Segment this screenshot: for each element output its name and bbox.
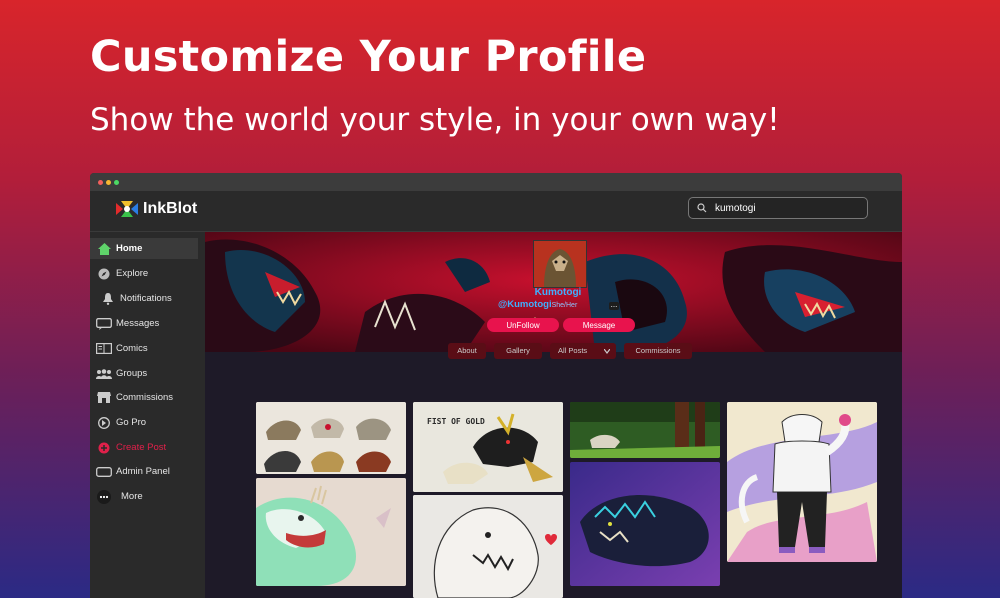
search-input[interactable] [713, 201, 857, 215]
shop-icon [96, 391, 112, 405]
sidebar-item-notifications[interactable]: Notifications [90, 288, 198, 309]
sidebar-item-label: More [121, 491, 143, 502]
gallery-item[interactable] [727, 402, 877, 562]
tab-about[interactable]: About [448, 343, 486, 359]
group-icon [96, 367, 112, 381]
tab-all-posts[interactable]: All Posts [550, 343, 616, 359]
compass-icon [96, 267, 112, 281]
dots-icon [96, 489, 112, 504]
gallery-item[interactable] [413, 495, 563, 598]
profile-handle: @KumotogiShe/Her [498, 299, 577, 310]
unfollow-button[interactable]: UnFollow [487, 318, 559, 332]
tab-commissions[interactable]: Commissions [624, 343, 692, 359]
sidebar-item-label: Messages [116, 318, 160, 329]
avatar[interactable] [533, 240, 587, 288]
minimize-dot[interactable] [106, 180, 111, 185]
profile-handle-text: @Kumotogi [498, 299, 552, 310]
plus-circle-icon [96, 441, 112, 455]
inkblot-logo-icon [114, 200, 140, 218]
sidebar-item-commissions[interactable]: Commissions [90, 387, 198, 408]
gallery-item[interactable]: FIST OF GOLD [413, 402, 563, 492]
profile-name: Kumotogi [534, 287, 582, 298]
sidebar-item-label: Explore [116, 268, 149, 279]
bell-icon [100, 292, 116, 306]
gallery-item[interactable] [570, 402, 720, 458]
sidebar-item-go-pro[interactable]: Go Pro [90, 412, 198, 433]
gallery-item[interactable] [570, 462, 720, 586]
home-icon [96, 242, 112, 256]
sidebar-item-more[interactable]: More [90, 486, 198, 507]
chevron-down-icon [604, 349, 610, 354]
pro-icon [96, 416, 112, 430]
message-button[interactable]: Message [563, 318, 635, 332]
profile-tabs: About Gallery All Posts Commissions [205, 343, 902, 359]
window-titlebar [90, 173, 902, 191]
profile-main: Kumotogi @KumotogiShe/Her ... UnFollow M… [205, 232, 902, 598]
sidebar-item-label: Create Post [116, 442, 167, 453]
sidebar-item-messages[interactable]: Messages [90, 313, 198, 334]
book-icon [96, 342, 112, 356]
profile-more-button[interactable]: ... [609, 301, 619, 310]
panel-icon [96, 465, 112, 479]
tab-all-posts-label: All Posts [558, 346, 588, 355]
sidebar-item-create-post[interactable]: Create Post [90, 437, 198, 458]
chat-icon [96, 317, 112, 331]
sidebar-item-label: Groups [116, 368, 148, 379]
tab-gallery[interactable]: Gallery [494, 343, 542, 359]
sidebar-item-admin-panel[interactable]: Admin Panel [90, 461, 198, 482]
gallery-item[interactable] [256, 478, 406, 586]
search-icon [697, 203, 707, 213]
app-window: InkBlot Home Explore Notifications Messa… [90, 173, 902, 598]
gallery-item[interactable] [256, 402, 406, 474]
close-dot[interactable] [98, 180, 103, 185]
sidebar-item-explore[interactable]: Explore [90, 263, 198, 284]
search-box[interactable] [688, 197, 868, 219]
sidebar-item-label: Go Pro [116, 417, 147, 428]
maximize-dot[interactable] [114, 180, 119, 185]
sidebar-item-label: Home [116, 243, 143, 254]
hero-title: Customize Your Profile [90, 32, 647, 82]
hero-subtitle: Show the world your style, in your own w… [90, 102, 780, 138]
profile-banner: Kumotogi @KumotogiShe/Her ... UnFollow M… [205, 232, 902, 352]
sidebar-item-home[interactable]: Home [90, 238, 198, 259]
sidebar-item-comics[interactable]: Comics [90, 338, 198, 359]
brand-logo[interactable]: InkBlot [114, 200, 197, 218]
sidebar-item-label: Comics [116, 343, 148, 354]
sidebar: Home Explore Notifications Messages Comi… [90, 232, 205, 598]
sidebar-item-label: Admin Panel [116, 466, 170, 477]
app-topbar: InkBlot [90, 191, 902, 232]
profile-pronouns: She/Her [551, 302, 578, 309]
gallery-fist-text: FIST OF GOLD [427, 417, 485, 426]
brand-name: InkBlot [143, 200, 198, 217]
sidebar-item-label: Commissions [116, 392, 174, 403]
sidebar-item-groups[interactable]: Groups [90, 363, 198, 384]
sidebar-item-label: Notifications [120, 293, 172, 304]
